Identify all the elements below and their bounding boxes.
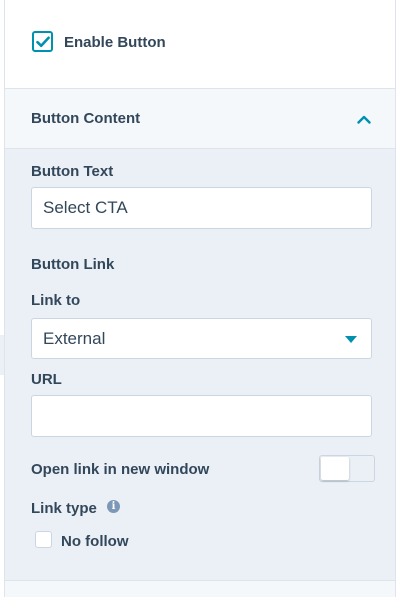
enable-button-label[interactable]: Enable Button [64, 34, 166, 51]
chevron-up-icon [357, 115, 371, 124]
enable-button-section: Enable Button [5, 0, 395, 89]
link-to-label: Link to [31, 292, 81, 309]
link-to-selected-value: External [43, 329, 106, 348]
collapse-section-button[interactable] [353, 108, 375, 130]
url-input[interactable] [31, 395, 372, 437]
section-title: Button Content [31, 110, 141, 127]
panel-edge-handle [0, 335, 4, 375]
new-window-label: Open link in new window [31, 461, 210, 478]
url-label: URL [31, 371, 62, 388]
new-window-toggle[interactable] [319, 455, 375, 482]
toggle-knob [321, 457, 349, 480]
info-icon[interactable]: i [107, 500, 120, 513]
button-link-heading: Button Link [31, 256, 115, 273]
no-follow-checkbox[interactable] [35, 531, 52, 548]
enable-button-checkbox[interactable] [32, 31, 53, 52]
link-type-label: Link type [31, 500, 97, 517]
button-text-label: Button Text [31, 163, 114, 180]
caret-down-icon [345, 336, 357, 343]
button-text-input[interactable] [31, 187, 372, 229]
checkmark-icon [35, 36, 50, 47]
link-to-select[interactable]: External [31, 318, 372, 359]
no-follow-label[interactable]: No follow [61, 533, 129, 550]
settings-panel: Enable Button Button Content Button Text… [4, 0, 396, 597]
